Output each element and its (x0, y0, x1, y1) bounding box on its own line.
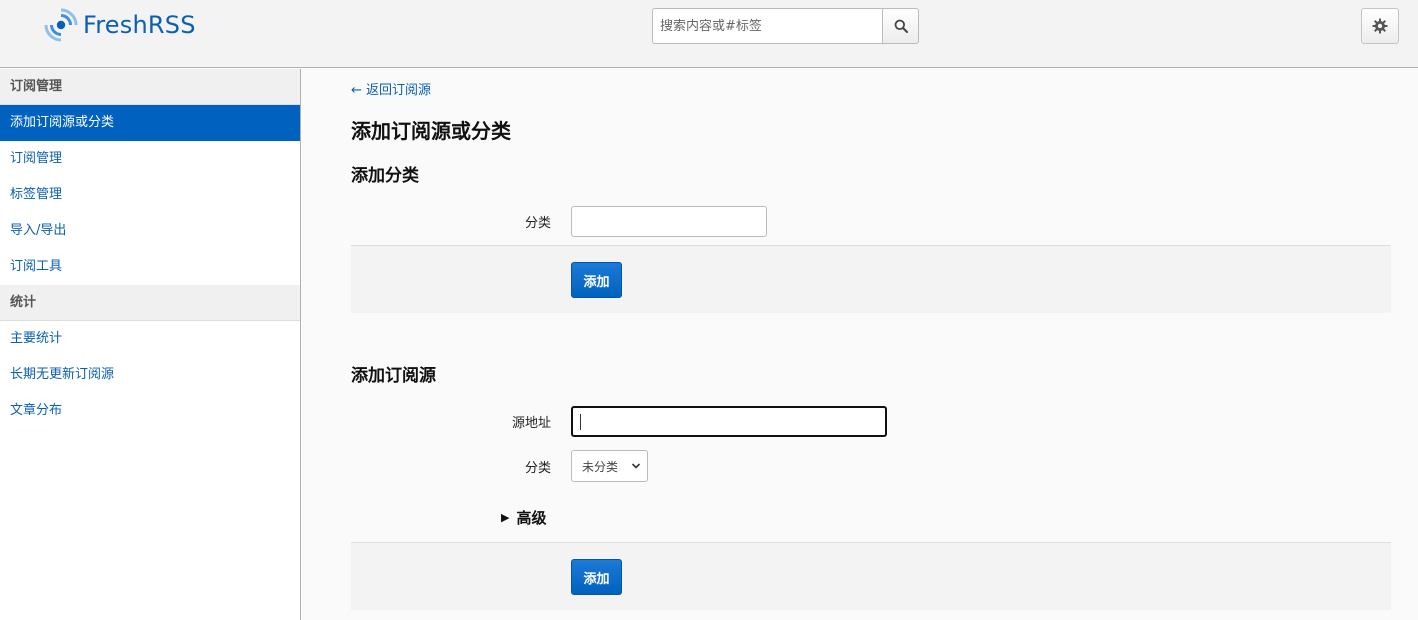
feed-category-label: 分类 (524, 461, 551, 476)
feed-category-select[interactable]: 未分类 (571, 450, 648, 482)
sidebar-item-main-stats[interactable]: 主要统计 (0, 321, 300, 357)
search-icon (894, 19, 908, 33)
text-caret (580, 414, 581, 430)
category-name-label: 分类 (524, 216, 551, 231)
sidebar-group-statistics: 统计 (0, 285, 300, 321)
sidebar: 订阅管理 添加订阅源或分类 订阅管理 标签管理 导入/导出 订阅工具 统计 主要… (0, 69, 301, 620)
advanced-label: 高级 (516, 509, 547, 527)
search-input[interactable] (652, 8, 882, 44)
sidebar-item-article-repartition[interactable]: 文章分布 (0, 393, 300, 429)
logo[interactable]: FreshRSS (44, 8, 196, 42)
category-name-input[interactable] (571, 206, 767, 237)
header: FreshRSS (0, 0, 1418, 68)
freshrss-logo-icon (44, 8, 78, 42)
sidebar-item-idle-feeds[interactable]: 长期无更新订阅源 (0, 357, 300, 393)
search-form (652, 8, 919, 44)
back-to-feeds-link[interactable]: ← 返回订阅源 (351, 79, 431, 98)
feed-category-selected: 未分类 (582, 459, 619, 474)
search-button[interactable] (882, 8, 919, 44)
advanced-toggle[interactable]: ▶ 高级 (501, 507, 546, 528)
sidebar-item-import-export[interactable]: 导入/导出 (0, 213, 300, 249)
sidebar-item-tag-management[interactable]: 标签管理 (0, 177, 300, 213)
add-feed-action-bar: 添加 (351, 542, 1391, 610)
sidebar-item-subscription-management[interactable]: 订阅管理 (0, 141, 300, 177)
add-category-button[interactable]: 添加 (571, 262, 622, 298)
triangle-right-icon: ▶ (501, 511, 510, 524)
add-feed-button[interactable]: 添加 (571, 559, 622, 595)
add-category-action-bar: 添加 (351, 245, 1391, 313)
chevron-down-icon (631, 463, 641, 469)
sidebar-item-subscription-tools[interactable]: 订阅工具 (0, 249, 300, 285)
add-feed-title: 添加订阅源 (351, 366, 436, 386)
page-title: 添加订阅源或分类 (351, 119, 511, 143)
sidebar-group-subscription: 订阅管理 (0, 69, 300, 105)
feed-url-label: 源地址 (511, 416, 551, 431)
add-category-title: 添加分类 (351, 166, 419, 186)
settings-button[interactable] (1361, 8, 1399, 44)
sidebar-item-add-feed-or-category[interactable]: 添加订阅源或分类 (0, 105, 300, 141)
feed-url-input[interactable] (571, 406, 887, 437)
gear-icon (1372, 18, 1388, 34)
app-name: FreshRSS (83, 11, 196, 39)
